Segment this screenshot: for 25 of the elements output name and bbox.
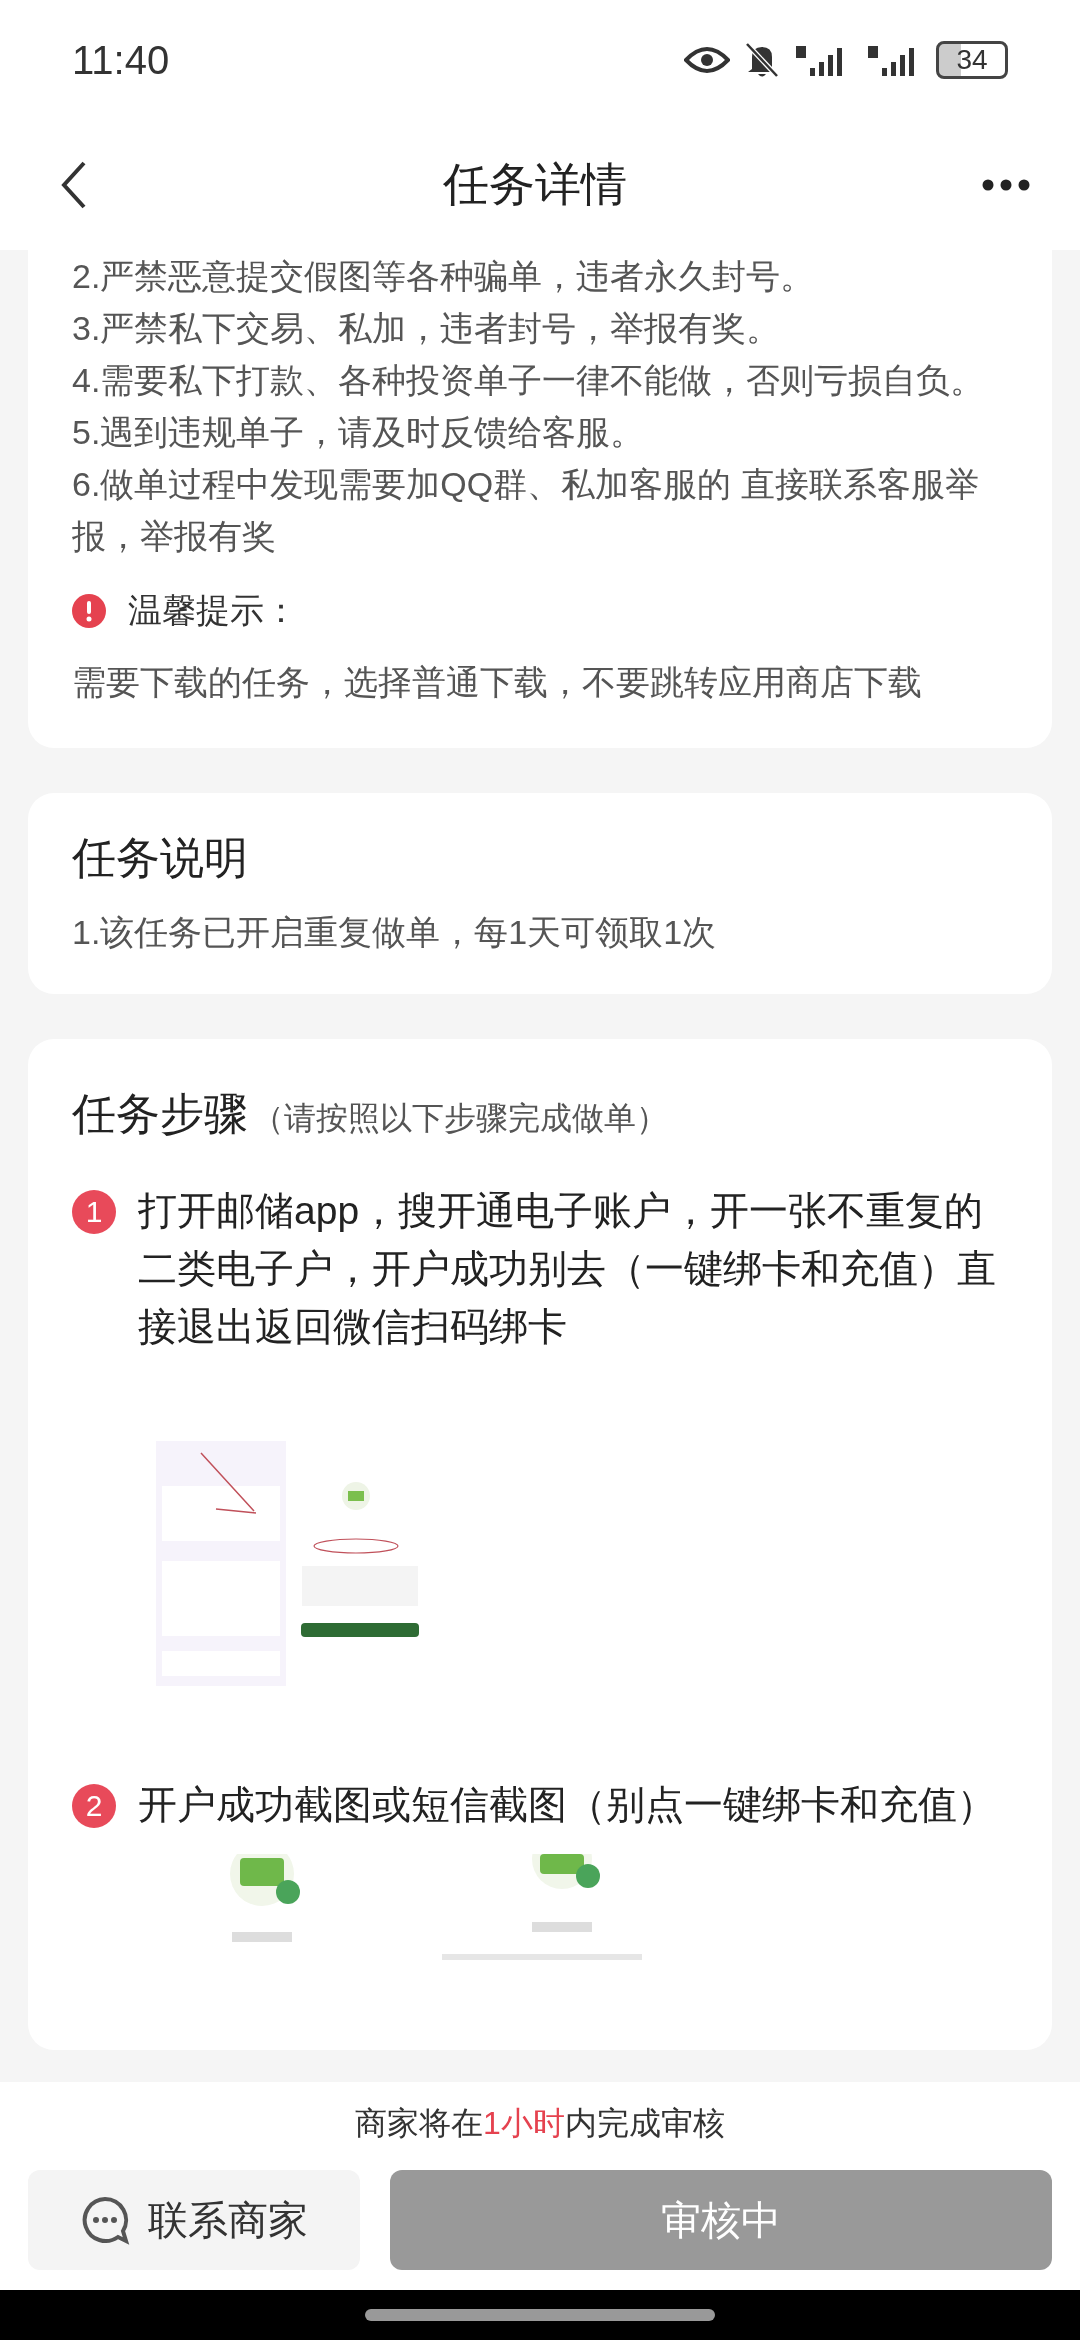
- eye-icon: [684, 46, 730, 74]
- muted-bell-icon: [744, 41, 780, 79]
- battery-level: 34: [956, 44, 988, 76]
- section-title: 任务步骤: [72, 1088, 248, 1140]
- rule-text: 4.需要私下打款、各种投资单子一律不能做，否则亏损自负。: [72, 360, 986, 401]
- contact-merchant-button[interactable]: 联系商家: [28, 2170, 360, 2270]
- step-text: 开户成功截图或短信截图（别点一键绑卡和充值）: [138, 1782, 996, 1828]
- page-title: 任务详情: [443, 157, 627, 212]
- description-text: 1.该任务已开启重复做单，每1天可领取1次: [72, 912, 718, 953]
- button-label: 联系商家: [148, 2196, 308, 2244]
- step-number: 1: [72, 1190, 116, 1234]
- section-title: 任务说明: [72, 832, 249, 884]
- tip-text: 需要下载的任务，选择普通下载，不要跳转应用商店下载: [72, 662, 923, 703]
- rule-text: 5.遇到违规单子，请及时反馈给客服。: [72, 412, 646, 453]
- status-time: 11:40: [72, 37, 170, 83]
- step-text: 打开邮储app，搜开通电子账户，开一张不重复的二类电子户，开户成功别去（一键绑卡和充值）直接退出返回微信扫码绑卡: [138, 1188, 997, 1350]
- chat-icon: [80, 2195, 130, 2245]
- warning-icon: [72, 594, 106, 628]
- rule-text: 2.严禁恶意提交假图等各种骗单，违者永久封号。: [72, 256, 816, 297]
- step-number: 2: [72, 1784, 116, 1828]
- review-notice: 商家将在1小时内完成审核: [354, 2104, 726, 2143]
- rule-text: 3.严禁私下交易、私加，违者封号，举报有奖。: [72, 308, 782, 349]
- section-subtitle: （请按照以下步骤完成做单）: [252, 1099, 668, 1138]
- tip-label: 温馨提示：: [128, 590, 298, 631]
- rule-text: 6.做单过程中发现需要加QQ群、私加客服的 直接联系客服举报，举报有奖: [72, 464, 980, 557]
